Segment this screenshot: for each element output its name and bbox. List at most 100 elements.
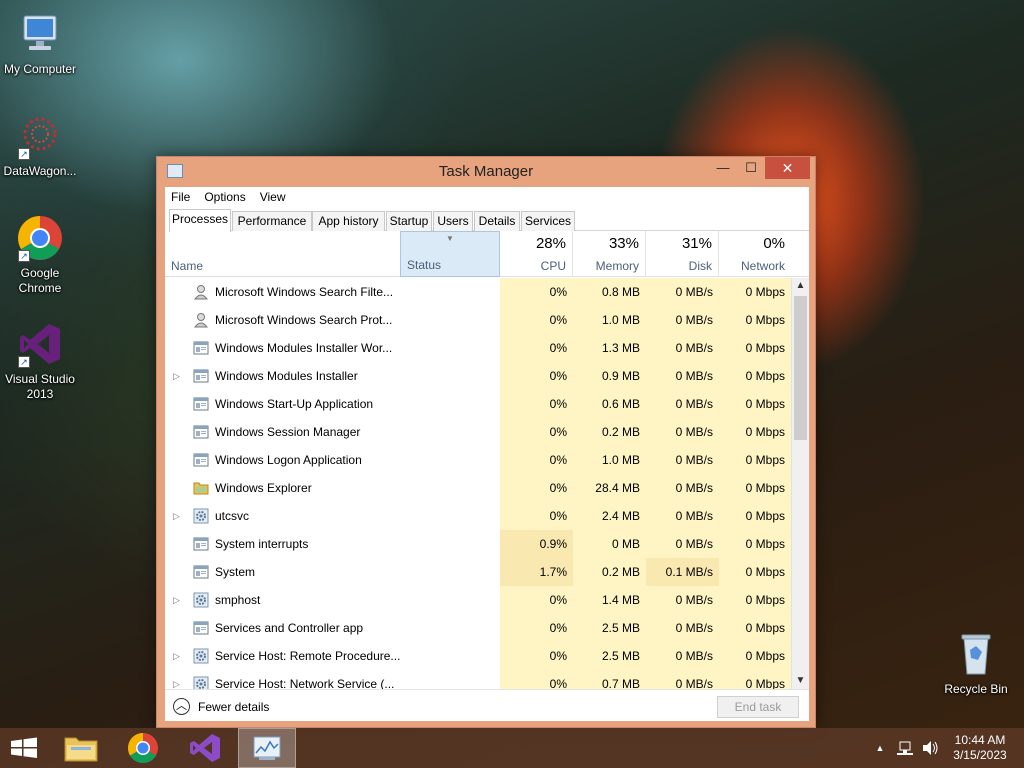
show-hidden-icons-button[interactable]: ▲ xyxy=(872,728,888,768)
tab-services[interactable]: Services xyxy=(521,211,575,231)
menu-file[interactable]: File xyxy=(171,190,190,204)
column-network-label: Network xyxy=(740,259,785,273)
menu-options[interactable]: Options xyxy=(204,190,245,204)
process-row[interactable]: ▷ Windows Modules Installer 0% 0.9 MB 0 MB/s… xyxy=(165,362,791,390)
process-cpu-value: 0% xyxy=(500,362,573,390)
process-name: Microsoft Windows Search Filte... xyxy=(215,285,394,299)
expand-chevron-icon[interactable]: ▷ xyxy=(173,502,183,530)
column-status[interactable]: ▼ Status xyxy=(400,231,500,277)
process-row[interactable]: ▷ utcsvc 0% 2.4 MB 0 MB/s 0 Mbps xyxy=(165,502,791,530)
expand-chevron-icon[interactable]: ▷ xyxy=(173,362,183,390)
taskbar-clock[interactable]: 10:44 AM 3/15/2023 xyxy=(942,733,1018,763)
taskbar-file-explorer[interactable] xyxy=(52,728,110,768)
end-task-button[interactable]: End task xyxy=(717,696,799,718)
tab-startup[interactable]: Startup xyxy=(386,211,432,231)
expand-chevron-icon[interactable]: ▷ xyxy=(173,586,183,614)
disk-total-percent: 31% xyxy=(681,235,712,252)
footer-bar: ︿ Fewer details End task xyxy=(165,689,809,721)
desktop-icon-my-computer[interactable]: My Computer xyxy=(0,10,80,77)
close-button[interactable]: ✕ xyxy=(765,157,810,179)
process-row[interactable]: ▷ smphost 0% 1.4 MB 0 MB/s 0 Mbps xyxy=(165,586,791,614)
title-bar[interactable]: Task Manager — ☐ ✕ xyxy=(157,157,815,187)
process-cpu-value: 0% xyxy=(500,502,573,530)
process-row[interactable]: System 1.7% 0.2 MB 0.1 MB/s 0 Mbps xyxy=(165,558,791,586)
start-button[interactable] xyxy=(0,728,58,768)
tab-app-history[interactable]: App history xyxy=(312,211,385,231)
network-icon[interactable] xyxy=(896,728,916,768)
process-memory-value: 1.0 MB xyxy=(573,446,646,474)
process-memory-value: 1.3 MB xyxy=(573,334,646,362)
chrome-icon: ↗ xyxy=(16,214,64,262)
process-name: Service Host: Network Service (... xyxy=(215,677,395,689)
process-row[interactable]: Microsoft Windows Search Filte... 0% 0.8 M… xyxy=(165,278,791,306)
desktop-icon-visual-studio[interactable]: ↗ Visual Studio 2013 xyxy=(0,320,80,402)
process-row[interactable]: Windows Modules Installer Wor... 0% 1.3 MB… xyxy=(165,334,791,362)
column-memory[interactable]: 33% Memory xyxy=(573,231,646,277)
process-memory-value: 0.6 MB xyxy=(573,390,646,418)
process-disk-value: 0 MB/s xyxy=(646,390,719,418)
process-cpu-value: 0% xyxy=(500,334,573,362)
process-memory-value: 2.5 MB xyxy=(573,642,646,670)
process-row[interactable]: ▷ Service Host: Remote Procedure... 0% 2.5 … xyxy=(165,642,791,670)
process-name: Windows Logon Application xyxy=(215,453,362,467)
desktop-icon-recycle-bin[interactable]: Recycle Bin xyxy=(936,630,1016,697)
tab-processes[interactable]: Processes xyxy=(169,209,231,232)
process-name: Windows Explorer xyxy=(215,481,312,495)
column-name-label: Name xyxy=(171,259,204,273)
process-name: Windows Start-Up Application xyxy=(215,397,374,411)
fewer-details-button[interactable]: ︿ Fewer details xyxy=(173,698,269,715)
volume-icon[interactable] xyxy=(920,728,940,768)
column-name[interactable]: Name xyxy=(165,231,400,277)
process-row[interactable]: Microsoft Windows Search Prot... 0% 1.0 MB… xyxy=(165,306,791,334)
process-name: utcsvc xyxy=(215,509,250,523)
taskbar-task-manager[interactable] xyxy=(238,728,296,768)
process-row[interactable]: Windows Explorer 0% 28.4 MB 0 MB/s 0 Mbps xyxy=(165,474,791,502)
chrome-icon xyxy=(127,733,158,764)
process-row[interactable]: System interrupts 0.9% 0 MB 0 MB/s 0 Mbps xyxy=(165,530,791,558)
tab-users[interactable]: Users xyxy=(433,211,473,231)
process-row[interactable]: Windows Start-Up Application 0% 0.6 MB 0 MB… xyxy=(165,390,791,418)
scroll-down-arrow-icon[interactable]: ▼ xyxy=(792,673,809,689)
process-disk-value: 0 MB/s xyxy=(646,670,719,689)
process-network-value: 0 Mbps xyxy=(719,586,791,614)
scrollbar-thumb[interactable] xyxy=(794,296,807,440)
process-cpu-value: 0% xyxy=(500,418,573,446)
tab-performance[interactable]: Performance xyxy=(232,211,312,231)
process-memory-value: 28.4 MB xyxy=(573,474,646,502)
desktop-icon-datawagon[interactable]: ↗ DataWagon... xyxy=(0,112,80,179)
minimize-button[interactable]: — xyxy=(709,157,737,179)
window-process-icon xyxy=(193,536,209,552)
memory-total-percent: 33% xyxy=(608,235,639,252)
process-disk-value: 0 MB/s xyxy=(646,586,719,614)
expand-chevron-icon[interactable]: ▷ xyxy=(173,642,183,670)
process-cpu-value: 0% xyxy=(500,390,573,418)
process-memory-value: 1.4 MB xyxy=(573,586,646,614)
column-network[interactable]: 0% Network xyxy=(719,231,791,277)
process-name: Windows Modules Installer xyxy=(215,369,358,383)
menu-view[interactable]: View xyxy=(260,190,286,204)
column-header-row: Name ▼ Status 28% CPU 33% Memory 31% Dis… xyxy=(165,231,809,277)
scroll-up-arrow-icon[interactable]: ▲ xyxy=(792,278,809,294)
taskbar-visual-studio[interactable] xyxy=(176,728,234,768)
desktop-icon-label: DataWagon... xyxy=(3,164,77,178)
process-row[interactable]: Windows Session Manager 0% 0.2 MB 0 MB/s 0 M… xyxy=(165,418,791,446)
visual-studio-icon: ↗ xyxy=(16,320,64,368)
desktop-icon-label: Recycle Bin xyxy=(944,682,1008,696)
window-process-icon xyxy=(193,564,209,580)
vertical-scrollbar[interactable]: ▲ ▼ xyxy=(791,278,809,689)
taskbar-chrome[interactable] xyxy=(114,728,172,768)
desktop-icon-google-chrome[interactable]: ↗ Google Chrome xyxy=(0,214,80,296)
process-disk-value: 0 MB/s xyxy=(646,446,719,474)
process-row[interactable]: ▷ Service Host: Network Service (... 0% 0.7… xyxy=(165,670,791,689)
process-row[interactable]: Services and Controller app 0% 2.5 MB 0 MB/… xyxy=(165,614,791,642)
tab-details[interactable]: Details xyxy=(474,211,520,231)
process-name: Windows Session Manager xyxy=(215,425,361,439)
process-network-value: 0 Mbps xyxy=(719,278,791,306)
process-row[interactable]: Windows Logon Application 0% 1.0 MB 0 MB/s 0… xyxy=(165,446,791,474)
column-disk[interactable]: 31% Disk xyxy=(646,231,719,277)
maximize-button[interactable]: ☐ xyxy=(738,157,764,179)
expand-chevron-icon[interactable]: ▷ xyxy=(173,670,183,689)
process-network-value: 0 Mbps xyxy=(719,474,791,502)
process-memory-value: 0 MB xyxy=(573,530,646,558)
column-cpu[interactable]: 28% CPU xyxy=(500,231,573,277)
